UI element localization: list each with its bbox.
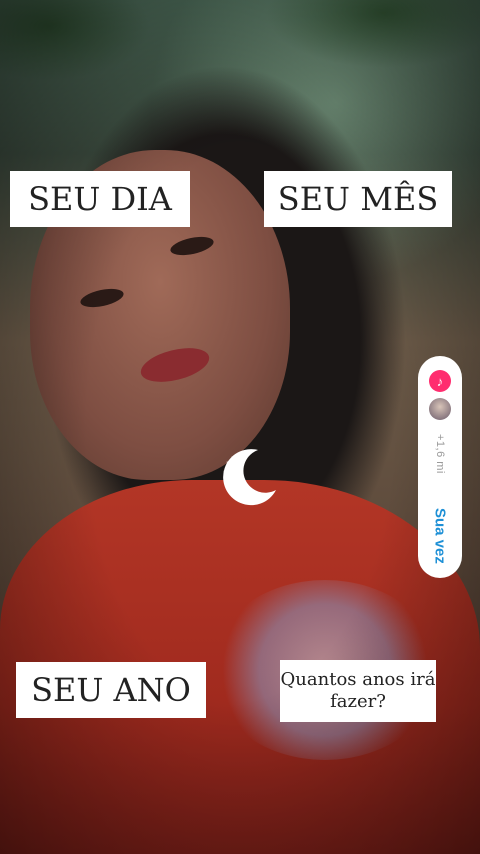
background-photo [0, 0, 480, 854]
template-side-panel[interactable]: ♪ +1,6 mi Sua vez [418, 356, 462, 578]
question-label: Quantos anos irá fazer? [280, 660, 436, 722]
year-label: SEU ANO [16, 662, 206, 718]
day-label: SEU DIA [10, 171, 190, 227]
usage-count: +1,6 mi [434, 434, 446, 474]
avatar [429, 398, 451, 420]
month-label: SEU MÊS [264, 171, 452, 227]
crescent-moon-sparkle-icon [223, 449, 276, 506]
tiktok-music-note-icon: ♪ [429, 370, 451, 392]
vignette [0, 0, 480, 854]
sua-vez-button[interactable]: Sua vez [432, 508, 449, 564]
